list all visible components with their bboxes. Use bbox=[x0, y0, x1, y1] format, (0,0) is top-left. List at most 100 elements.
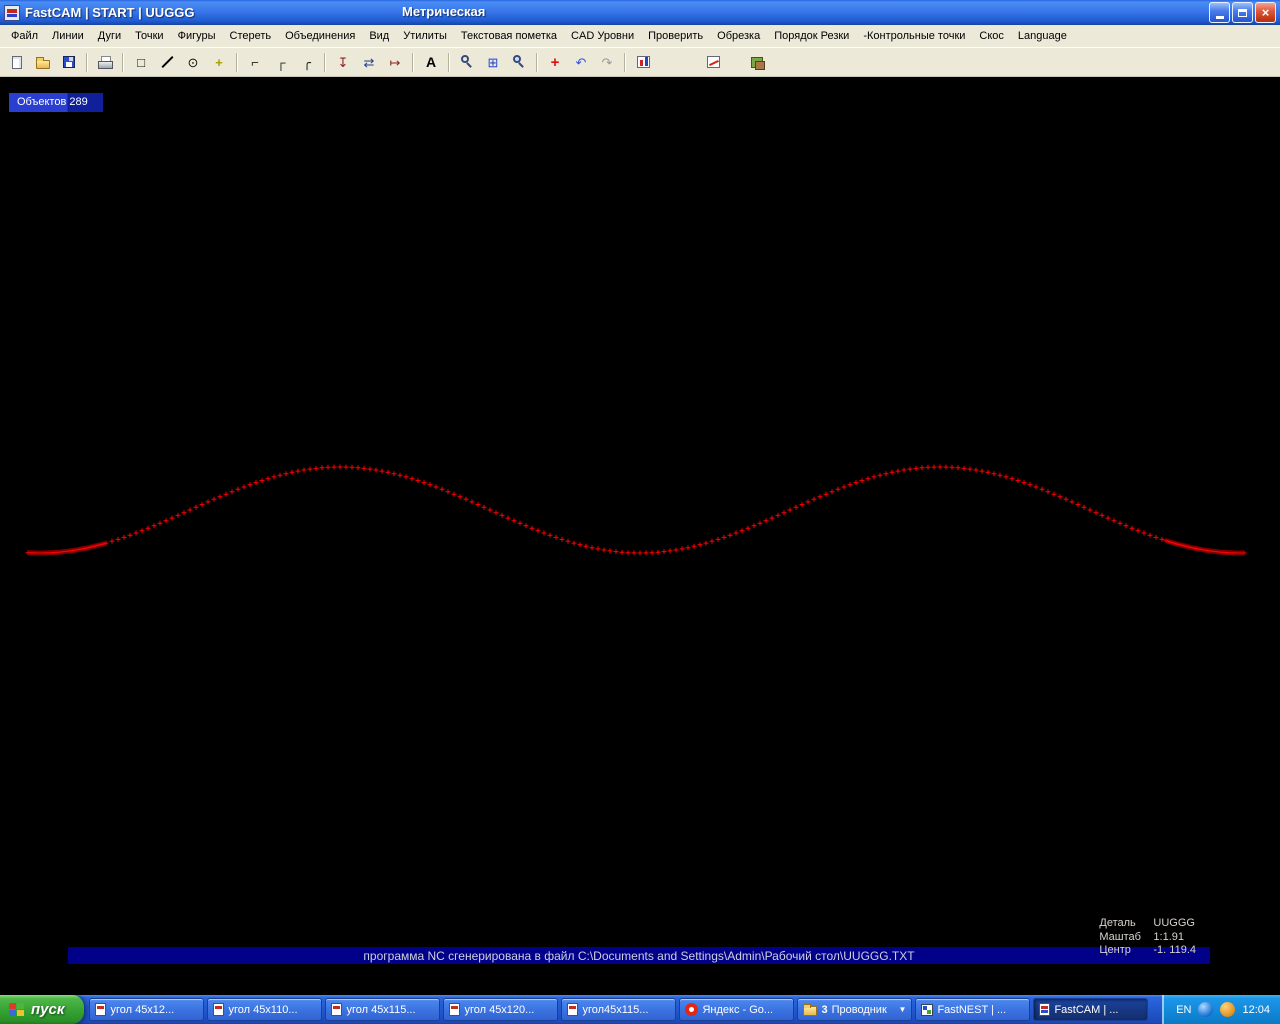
minimize-button[interactable] bbox=[1209, 2, 1230, 23]
doc-icon bbox=[95, 1003, 107, 1016]
taskbar-button-label: угол 45x120... bbox=[464, 1003, 535, 1016]
language-indicator[interactable]: EN bbox=[1176, 1004, 1191, 1016]
plot-preview-button[interactable] bbox=[631, 51, 655, 74]
undo-icon: ↶ bbox=[575, 54, 587, 70]
fastcam-window: FastCAM | START | UUGGG Метрическая × Фа… bbox=[0, 0, 1280, 1024]
line-icon bbox=[160, 55, 174, 69]
start-button[interactable]: пуск bbox=[0, 995, 85, 1024]
menu-item-10[interactable]: Текстовая пометка bbox=[454, 27, 564, 45]
break-entity-button[interactable]: ⇄ bbox=[357, 51, 381, 74]
center-label: Центр bbox=[1099, 944, 1131, 956]
menu-bar: Файл Линии Дуги Точки Фигуры Стереть Объединен… bbox=[0, 25, 1280, 47]
taskbar-button-6[interactable]: Яндекс - Go... bbox=[679, 998, 795, 1021]
menu-item-3[interactable]: Дуги bbox=[91, 27, 128, 45]
menu-item-16[interactable]: Скос bbox=[972, 27, 1011, 45]
point-button[interactable]: + bbox=[207, 51, 231, 74]
close-icon: × bbox=[1261, 5, 1270, 20]
corner-fillet-button[interactable]: ╭ bbox=[295, 51, 319, 74]
menu-item-8[interactable]: Вид bbox=[362, 27, 396, 45]
tray-icon-1[interactable] bbox=[1198, 1002, 1214, 1017]
menu-item-12[interactable]: Проверить bbox=[641, 27, 710, 45]
zoom-fit-button[interactable]: ⊞ bbox=[481, 51, 505, 74]
maximize-button[interactable] bbox=[1232, 2, 1253, 23]
snap-bottom-icon: ↧ bbox=[337, 54, 349, 70]
clock: 12:04 bbox=[1242, 1003, 1270, 1016]
rectangle-button[interactable]: □ bbox=[129, 51, 153, 74]
toolbar-separator bbox=[86, 52, 88, 72]
nc-verify-icon bbox=[706, 56, 720, 68]
close-button[interactable]: × bbox=[1255, 2, 1276, 23]
taskbar-button-9[interactable]: FastCAM | ... bbox=[1033, 998, 1149, 1021]
drawing-canvas[interactable]: Объектов 289 Деталь UUGGG Маштаб 1:1.91 … bbox=[0, 77, 1280, 995]
taskbar-button-label: угол45x115... bbox=[582, 1003, 649, 1016]
fastcam-app-icon bbox=[4, 4, 20, 21]
save-file-button[interactable] bbox=[57, 51, 81, 74]
menu-item-4[interactable]: Точки bbox=[128, 27, 170, 45]
taskbar-button-1[interactable]: угол 45x12... bbox=[89, 998, 205, 1021]
print-button[interactable] bbox=[93, 51, 117, 74]
toolbar-separator bbox=[448, 52, 450, 72]
print-icon bbox=[98, 55, 113, 69]
menu-item-6[interactable]: Стереть bbox=[223, 27, 279, 45]
taskbar-button-4[interactable]: угол 45x120... bbox=[443, 998, 559, 1021]
translate-icon: ↦ bbox=[389, 54, 401, 70]
toolbar-separator bbox=[536, 52, 538, 72]
break-entity-icon: ⇄ bbox=[363, 54, 375, 70]
zoom-out-button[interactable] bbox=[455, 51, 479, 74]
menu-item-13[interactable]: Обрезка bbox=[710, 27, 767, 45]
zoom-out-icon bbox=[460, 55, 474, 69]
plot-preview-icon bbox=[636, 56, 650, 68]
corner-chamfer-button[interactable]: ┌ bbox=[269, 51, 293, 74]
point-icon: + bbox=[215, 54, 223, 70]
drawing-units-title: Метрическая bbox=[402, 4, 486, 19]
menu-item-11[interactable]: CAD Уровни bbox=[564, 27, 641, 45]
taskbar-button-5[interactable]: угол45x115... bbox=[561, 998, 677, 1021]
group-dropdown-arrow-icon[interactable]: ▼ bbox=[899, 1005, 907, 1014]
taskbar-button-2[interactable]: угол 45x110... bbox=[207, 998, 323, 1021]
menu-item-17[interactable]: Language bbox=[1011, 27, 1074, 45]
undo-button[interactable]: ↶ bbox=[569, 51, 593, 74]
new-file-button[interactable] bbox=[5, 51, 29, 74]
menu-item-9[interactable]: Утилиты bbox=[396, 27, 454, 45]
taskbar-buttons: угол 45x12... угол 45x110... угол 45x115..… bbox=[84, 995, 1162, 1024]
open-file-button[interactable] bbox=[31, 51, 55, 74]
part-name-row: Деталь UUGGG bbox=[1099, 917, 1196, 931]
doc-icon bbox=[331, 1003, 343, 1016]
rectangle-icon: □ bbox=[137, 54, 145, 70]
part-name-value: UUGGG bbox=[1153, 917, 1195, 929]
menu-item-2[interactable]: Линии bbox=[45, 27, 91, 45]
tray-icon-2[interactable] bbox=[1220, 1002, 1236, 1017]
taskbar-button-3[interactable]: угол 45x115... bbox=[325, 998, 441, 1021]
translate-button[interactable]: ↦ bbox=[383, 51, 407, 74]
add-point-button[interactable]: + bbox=[543, 51, 567, 74]
text-annotation-button[interactable]: A bbox=[419, 51, 443, 74]
taskbar-button-8[interactable]: FastNEST | ... bbox=[915, 998, 1031, 1021]
scale-value: 1:1.91 bbox=[1153, 930, 1184, 943]
center-row: Центр -1. 119.4 bbox=[1099, 944, 1196, 958]
toolbar-separator bbox=[324, 52, 326, 72]
taskbar-button-7[interactable]: 3 Проводник ▼ bbox=[797, 998, 913, 1021]
menu-item-1[interactable]: Файл bbox=[4, 27, 45, 45]
snap-bottom-button[interactable]: ↧ bbox=[331, 51, 355, 74]
fastnest-icon bbox=[921, 1003, 934, 1016]
line-button[interactable] bbox=[155, 51, 179, 74]
corner-trim-icon: ⌐ bbox=[251, 54, 259, 70]
group-count: 3 bbox=[821, 1003, 828, 1016]
nest-export-icon bbox=[751, 56, 765, 70]
menu-item-15[interactable]: -Контрольные точки bbox=[856, 27, 972, 45]
zoom-window-button[interactable] bbox=[507, 51, 531, 74]
nest-export-button[interactable] bbox=[745, 51, 769, 74]
doc-icon bbox=[213, 1003, 225, 1016]
toolbar-separator bbox=[624, 52, 626, 72]
system-tray: EN 12:04 bbox=[1162, 995, 1280, 1024]
redo-button[interactable]: ↷ bbox=[595, 51, 619, 74]
menu-item-7[interactable]: Объединения bbox=[278, 27, 362, 45]
nc-verify-button[interactable] bbox=[701, 51, 725, 74]
corner-trim-button[interactable]: ⌐ bbox=[243, 51, 267, 74]
taskbar-button-label: FastCAM | ... bbox=[1054, 1003, 1119, 1016]
menu-item-14[interactable]: Порядок Резки bbox=[767, 27, 856, 45]
circle-center-button[interactable]: ⊙ bbox=[181, 51, 205, 74]
zoom-fit-icon: ⊞ bbox=[487, 54, 499, 70]
circle-center-icon: ⊙ bbox=[187, 54, 199, 70]
menu-item-5[interactable]: Фигуры bbox=[171, 27, 223, 45]
